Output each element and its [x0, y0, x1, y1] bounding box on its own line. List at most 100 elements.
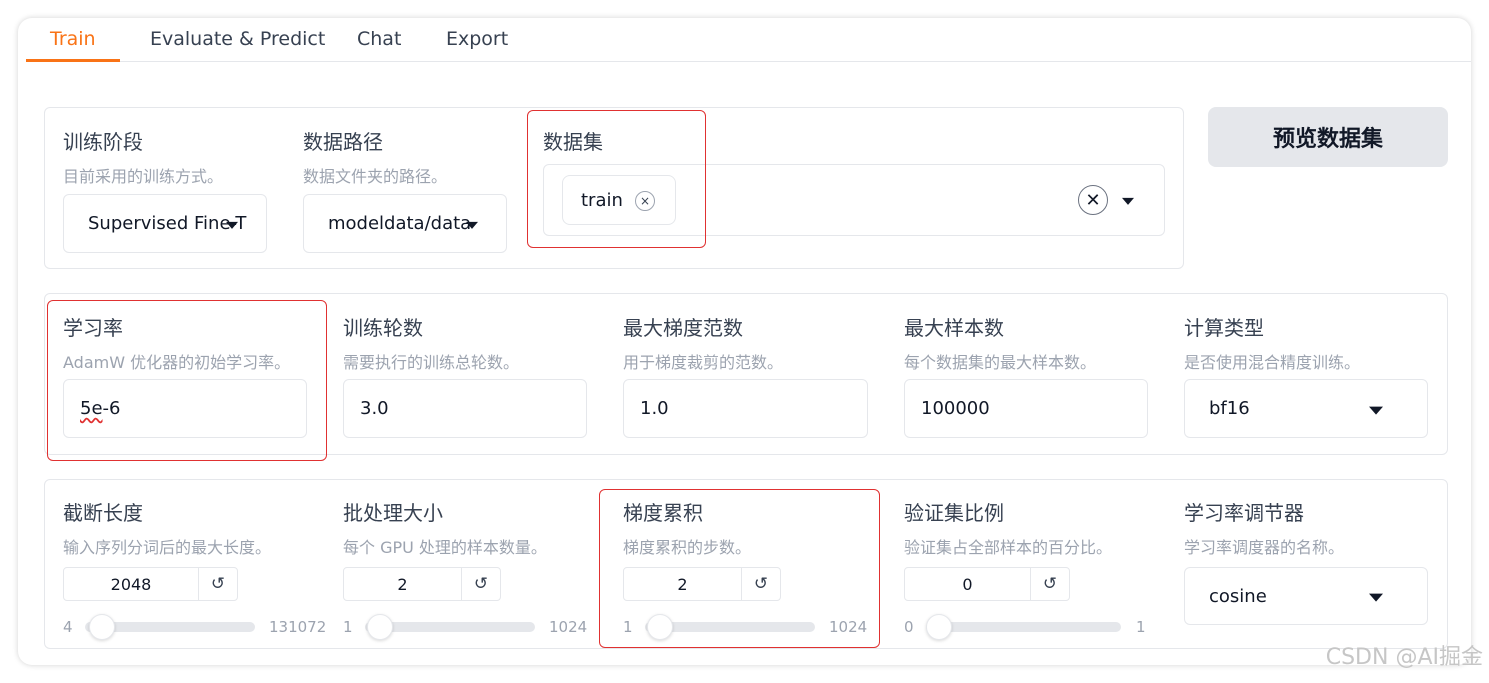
- compute-type-label: 计算类型: [1184, 316, 1264, 340]
- reset-icon[interactable]: ↺: [742, 568, 780, 600]
- lr-scheduler-label: 学习率调节器: [1184, 501, 1304, 525]
- epochs-label: 训练轮数: [343, 316, 423, 340]
- slider-max: 1024: [549, 618, 588, 636]
- max-samples-desc: 每个数据集的最大样本数。: [904, 353, 1097, 372]
- max-grad-norm-value: 1.0: [640, 398, 669, 419]
- max-grad-norm-label: 最大梯度范数: [623, 316, 743, 340]
- stage-desc: 目前采用的训练方式。: [63, 167, 224, 186]
- tab-export[interactable]: Export: [422, 18, 532, 62]
- grad-accum-number[interactable]: 2 ↺: [623, 567, 781, 601]
- slider-max: 131072: [269, 618, 327, 636]
- dataset-dir-label: 数据路径: [303, 130, 383, 154]
- chevron-down-icon[interactable]: [1122, 197, 1134, 205]
- cutoff-len-label: 截断长度: [63, 501, 143, 525]
- val-size-desc: 验证集占全部样本的百分比。: [904, 538, 1113, 557]
- batch-size-number[interactable]: 2 ↺: [343, 567, 501, 601]
- compute-type-desc: 是否使用混合精度训练。: [1184, 353, 1361, 372]
- grad-accum-label: 梯度累积: [623, 501, 703, 525]
- compute-type-field: 计算类型 是否使用混合精度训练。: [1184, 312, 1360, 373]
- reset-icon[interactable]: ↺: [199, 568, 237, 600]
- slider-min: 0: [904, 618, 914, 636]
- reset-icon[interactable]: ↺: [1031, 568, 1069, 600]
- max-samples-value: 100000: [921, 398, 990, 419]
- cutoff-len-number[interactable]: 2048 ↺: [63, 567, 238, 601]
- dataset-field: 数据集: [543, 126, 603, 155]
- grad-accum-value[interactable]: 2: [624, 568, 742, 600]
- compute-type-dropdown[interactable]: bf16: [1184, 379, 1428, 438]
- reset-icon[interactable]: ↺: [462, 568, 500, 600]
- cutoff-len-value[interactable]: 2048: [64, 568, 199, 600]
- val-size-number[interactable]: 0 ↺: [904, 567, 1070, 601]
- dataset-dir-value: modeldata/data: [328, 213, 472, 234]
- epochs-input[interactable]: 3.0: [343, 379, 587, 438]
- stage-dropdown[interactable]: Supervised Fine-T: [63, 194, 267, 253]
- slider-max: 1: [1136, 618, 1146, 636]
- learning-rate-value: 5e-6: [80, 398, 121, 419]
- learning-rate-input[interactable]: 5e-6: [63, 379, 307, 438]
- val-size-field: 验证集比例 验证集占全部样本的百分比。: [904, 497, 1112, 558]
- cutoff-len-desc: 输入序列分词后的最大长度。: [63, 538, 272, 557]
- grad-accum-slider[interactable]: 1 1024: [623, 614, 868, 640]
- batch-size-value[interactable]: 2: [344, 568, 462, 600]
- slider-thumb[interactable]: [647, 614, 674, 640]
- batch-size-slider[interactable]: 1 1024: [343, 614, 588, 640]
- epochs-desc: 需要执行的训练总轮数。: [343, 353, 520, 372]
- lr-scheduler-field: 学习率调节器 学习率调度器的名称。: [1184, 497, 1344, 558]
- slider-min: 1: [623, 618, 633, 636]
- watermark: CSDN @AI掘金: [1325, 645, 1483, 670]
- preview-dataset-button[interactable]: 预览数据集: [1208, 107, 1448, 167]
- slider-thumb[interactable]: [89, 614, 116, 640]
- max-samples-input[interactable]: 100000: [904, 379, 1148, 438]
- slider-thumb[interactable]: [367, 614, 394, 640]
- max-grad-norm-input[interactable]: 1.0: [623, 379, 868, 438]
- chevron-down-icon: [466, 221, 478, 229]
- lr-scheduler-value: cosine: [1209, 585, 1267, 607]
- val-size-value[interactable]: 0: [905, 568, 1031, 600]
- epochs-value: 3.0: [360, 398, 389, 419]
- dataset-dir-dropdown[interactable]: modeldata/data: [303, 194, 507, 253]
- tab-train[interactable]: Train: [26, 18, 120, 62]
- val-size-label: 验证集比例: [904, 501, 1004, 525]
- cutoff-len-slider[interactable]: 4 131072: [63, 614, 327, 640]
- grad-accum-field: 梯度累积 梯度累积的步数。: [623, 497, 751, 558]
- clear-selection-icon[interactable]: ✕: [1078, 185, 1108, 215]
- stage-value: Supervised Fine-T: [88, 213, 247, 234]
- max-samples-field: 最大样本数 每个数据集的最大样本数。: [904, 312, 1096, 373]
- slider-thumb[interactable]: [926, 614, 952, 640]
- learning-rate-label: 学习率: [63, 316, 123, 340]
- stage-label: 训练阶段: [63, 130, 143, 154]
- stage-field: 训练阶段 目前采用的训练方式。: [63, 126, 223, 187]
- epochs-field: 训练轮数 需要执行的训练总轮数。: [343, 312, 519, 373]
- tab-bar: Train Evaluate & Predict Chat Export: [26, 18, 1471, 62]
- slider-max: 1024: [829, 618, 868, 636]
- max-grad-norm-desc: 用于梯度裁剪的范数。: [623, 353, 784, 372]
- chevron-down-icon: [226, 221, 238, 229]
- dataset-chip: train ×: [562, 175, 676, 225]
- batch-size-desc: 每个 GPU 处理的样本数量。: [343, 538, 547, 557]
- batch-size-label: 批处理大小: [343, 501, 443, 525]
- dataset-multiselect[interactable]: train × ✕: [543, 164, 1165, 236]
- remove-chip-icon[interactable]: ×: [635, 191, 655, 211]
- learning-rate-field: 学习率 AdamW 优化器的初始学习率。: [63, 312, 290, 373]
- slider-track[interactable]: [926, 622, 1121, 632]
- val-size-slider[interactable]: 0 1: [904, 614, 1149, 640]
- chevron-down-icon: [1369, 593, 1383, 602]
- slider-min: 1: [343, 618, 353, 636]
- max-samples-label: 最大样本数: [904, 316, 1004, 340]
- chevron-down-icon: [1369, 406, 1383, 415]
- dataset-label: 数据集: [543, 130, 603, 154]
- batch-size-field: 批处理大小 每个 GPU 处理的样本数量。: [343, 497, 547, 558]
- max-grad-norm-field: 最大梯度范数 用于梯度裁剪的范数。: [623, 312, 783, 373]
- slider-min: 4: [63, 618, 73, 636]
- tab-chat[interactable]: Chat: [333, 18, 425, 62]
- lr-scheduler-desc: 学习率调度器的名称。: [1184, 538, 1345, 557]
- compute-type-value: bf16: [1209, 398, 1250, 419]
- tab-evaluate-predict[interactable]: Evaluate & Predict: [126, 18, 349, 62]
- lr-scheduler-dropdown[interactable]: cosine: [1184, 567, 1428, 625]
- learning-rate-desc: AdamW 优化器的初始学习率。: [63, 353, 291, 372]
- dataset-dir-desc: 数据文件夹的路径。: [303, 167, 448, 186]
- cutoff-len-field: 截断长度 输入序列分词后的最大长度。: [63, 497, 271, 558]
- dataset-dir-field: 数据路径 数据文件夹的路径。: [303, 126, 447, 187]
- grad-accum-desc: 梯度累积的步数。: [623, 538, 752, 557]
- dataset-chip-label: train: [581, 189, 623, 211]
